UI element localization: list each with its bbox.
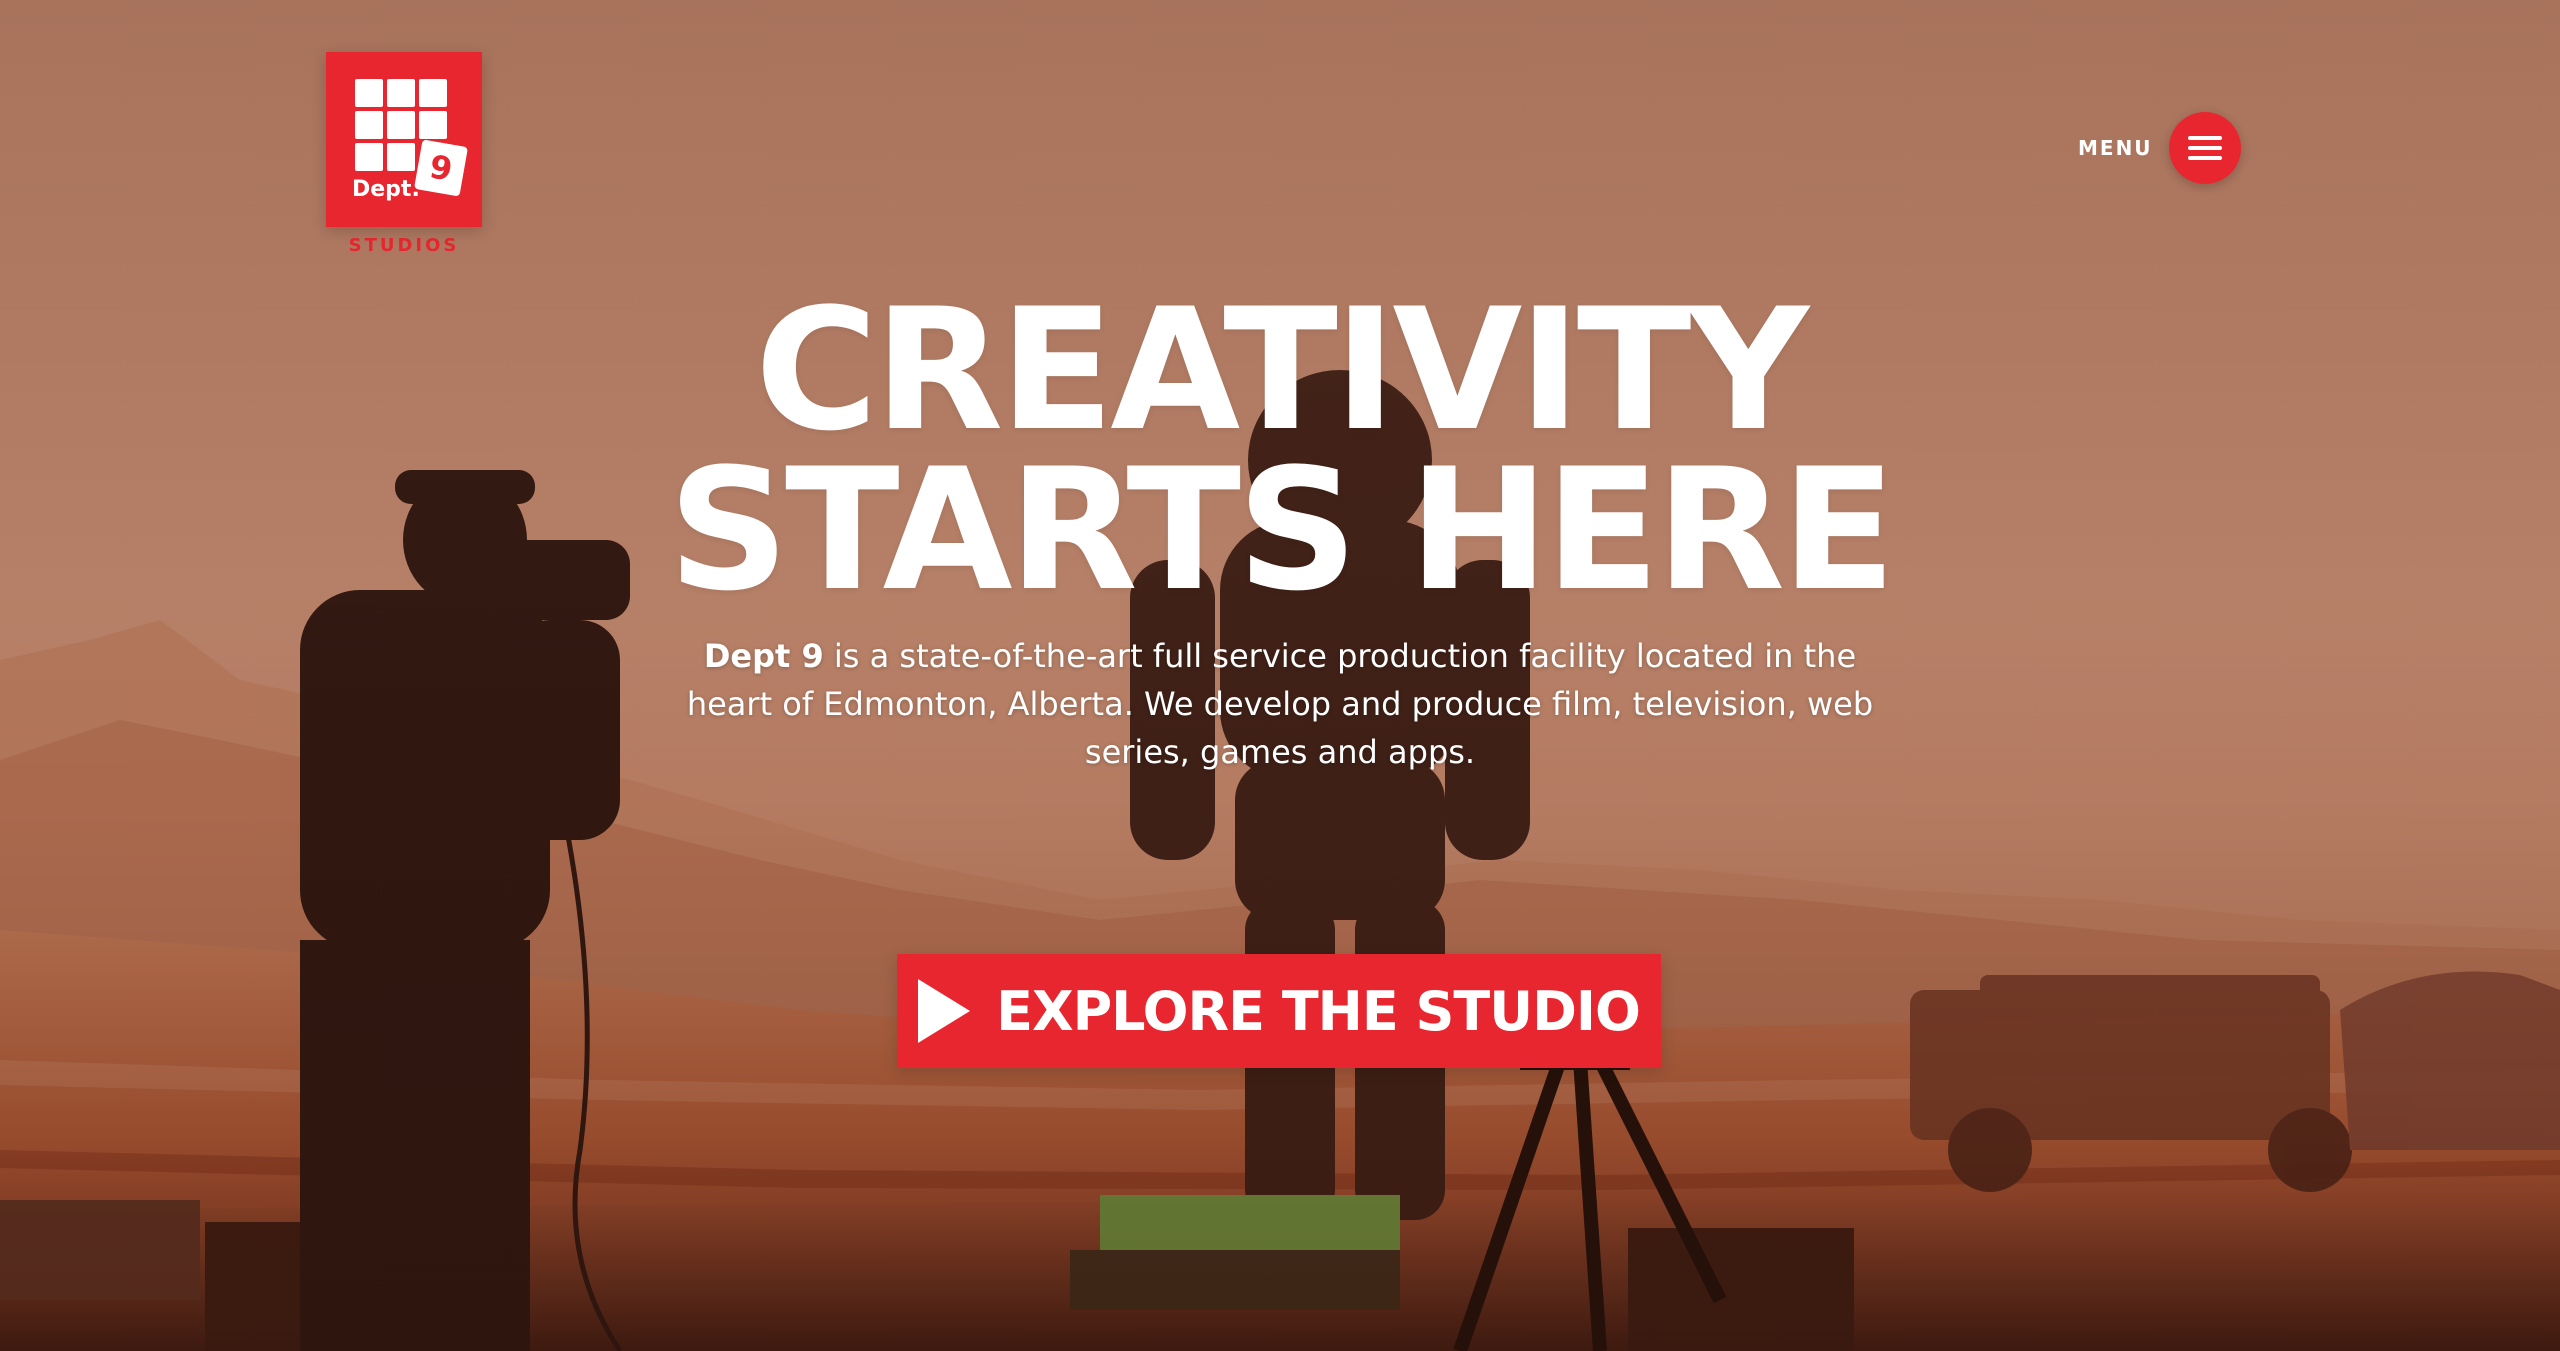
menu-toggle[interactable]: MENU — [2078, 112, 2241, 184]
hero-description: Dept 9 is a state-of-the-art full servic… — [680, 632, 1880, 776]
hero-description-text: is a state-of-the-art full service produ… — [686, 637, 1874, 771]
explore-studio-button[interactable]: EXPLORE THE STUDIO — [897, 954, 1661, 1068]
hero-title: CREATIVITY STARTS HERE — [0, 272, 2560, 628]
menu-label[interactable]: MENU — [2078, 136, 2153, 160]
brand-logo[interactable]: 9 Dept. STUDIOS — [326, 52, 482, 256]
play-icon — [918, 979, 971, 1043]
hero-title-line-1: CREATIVITY — [754, 272, 1809, 468]
logo-number: 9 — [414, 139, 468, 197]
logo-subtitle: STUDIOS — [348, 235, 460, 256]
hero-title-line-2: STARTS HERE — [668, 432, 1896, 628]
hero-description-brand: Dept 9 — [703, 637, 824, 675]
hamburger-icon[interactable] — [2168, 112, 2241, 184]
explore-studio-label: EXPLORE THE STUDIO — [996, 979, 1641, 1043]
logo-badge: 9 Dept. — [326, 52, 482, 227]
logo-text: Dept. — [352, 177, 420, 202]
